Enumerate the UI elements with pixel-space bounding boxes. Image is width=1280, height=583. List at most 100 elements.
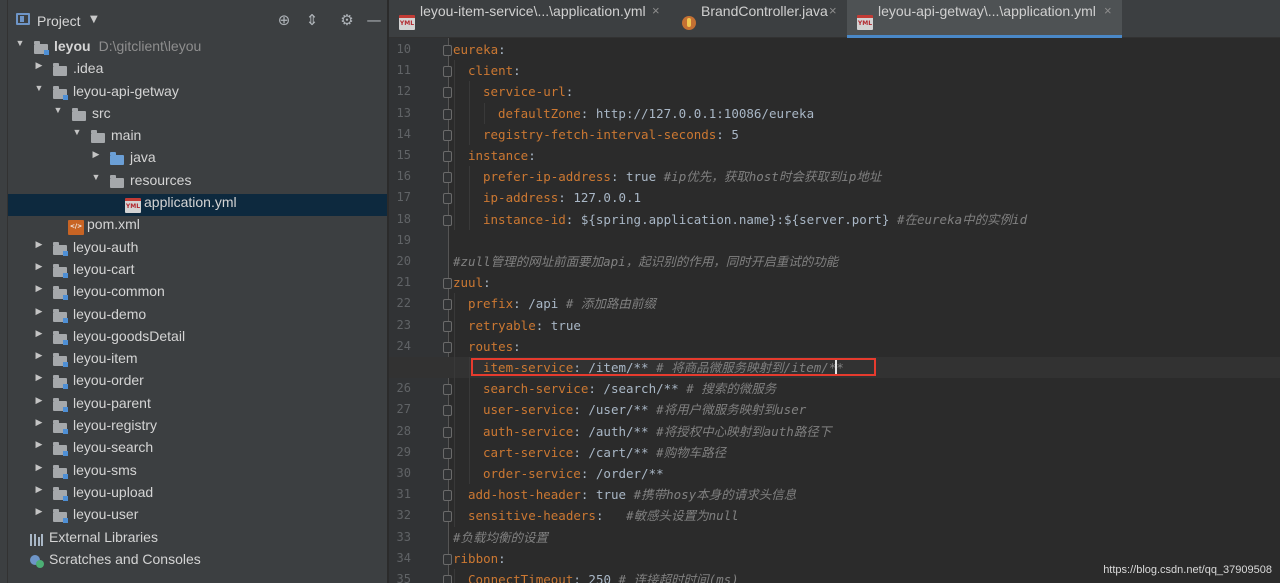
code-line[interactable]: instance: [389, 145, 1280, 167]
collapse-all-icon[interactable]: ⇕ [304, 12, 320, 28]
code-line[interactable]: routes: [389, 335, 1280, 357]
indent-guide [454, 569, 455, 583]
code-line[interactable]: ip-address: 127.0.0.1 [389, 187, 1280, 209]
code-line[interactable]: eureka: [389, 39, 1280, 60]
yaml-key: ip-address [483, 190, 559, 206]
tree-item[interactable]: ▶ leyou-demo [8, 306, 387, 328]
collapsed-arrow-icon[interactable]: ▶ [33, 372, 45, 383]
tree-item[interactable]: ▼ main [8, 127, 387, 149]
tree-item-text: leyou D:\gitclient\leyou [54, 38, 201, 54]
tree-item-label: leyou-user [73, 506, 139, 523]
collapsed-arrow-icon[interactable]: ▶ [33, 328, 45, 339]
code-line[interactable]: zuul: [389, 272, 1280, 293]
project-view-selector[interactable]: Project [37, 13, 81, 29]
tree-item[interactable]: </> pom.xml [8, 216, 387, 238]
tree-item[interactable]: YML application.yml [8, 194, 387, 217]
expanded-arrow-icon[interactable]: ▼ [14, 38, 26, 48]
code-line[interactable]: add-host-header: true #携带hosy本身的请求头信息 [389, 484, 1280, 506]
code-line[interactable]: sensitive-headers: #敏感头设置为null [389, 505, 1280, 527]
tree-item[interactable]: ▶ leyou-parent [8, 395, 387, 417]
indent-guide [454, 293, 455, 315]
code-line[interactable]: order-service: /order/** [389, 463, 1280, 485]
close-icon[interactable]: × [829, 0, 837, 33]
yaml-key: user-service [483, 402, 574, 418]
editor-tab[interactable]: YML leyou-item-service\...\application.ym… [389, 0, 670, 38]
indent-guide [469, 357, 470, 379]
tree-item[interactable]: ▶ leyou-registry [8, 417, 387, 439]
collapsed-arrow-icon[interactable]: ▶ [33, 484, 45, 495]
tree-item[interactable]: External Libraries [8, 529, 387, 551]
chevron-down-icon[interactable]: ▼ [90, 14, 98, 25]
close-icon[interactable]: × [1104, 0, 1112, 33]
editor-tab[interactable]: YML leyou-api-getway\...\application.yml × [847, 0, 1122, 38]
code-line[interactable]: auth-service: /auth/** #将授权中心映射到auth路径下 [389, 420, 1280, 442]
expanded-arrow-icon[interactable]: ▼ [71, 127, 83, 137]
yaml-key: instance-id [483, 211, 566, 227]
collapsed-arrow-icon[interactable]: ▶ [33, 462, 45, 473]
code-line[interactable]: client: [389, 60, 1280, 82]
collapsed-arrow-icon[interactable]: ▶ [33, 506, 45, 517]
close-icon[interactable]: × [652, 0, 660, 33]
indent-guide [469, 123, 470, 145]
code-line[interactable]: defaultZone: http://127.0.0.1:10086/eure… [389, 102, 1280, 124]
editor-tab[interactable]: BrandController.java × [670, 0, 847, 38]
code-line[interactable]: registry-fetch-interval-seconds: 5 [389, 123, 1280, 145]
collapsed-arrow-icon[interactable]: ▶ [33, 239, 45, 250]
tree-item-label: src [92, 104, 111, 121]
tree-item[interactable]: ▶ leyou-search [8, 439, 387, 461]
tree-item[interactable]: ▶ leyou-common [8, 283, 387, 305]
code-line[interactable]: cart-service: /cart/** #购物车路径 [389, 441, 1280, 463]
code-line[interactable]: search-service: /search/** # 搜索的微服务 [389, 378, 1280, 400]
collapsed-arrow-icon[interactable]: ▶ [33, 60, 45, 71]
collapsed-arrow-icon[interactable]: ▶ [33, 306, 45, 317]
collapsed-arrow-icon[interactable]: ▶ [33, 283, 45, 294]
collapsed-arrow-icon[interactable]: ▶ [33, 395, 45, 406]
code-line[interactable]: prefer-ip-address: true #ip优先，获取host时会获取… [389, 166, 1280, 188]
indent-guide [469, 378, 470, 400]
collapsed-arrow-icon[interactable]: ▶ [33, 350, 45, 361]
tree-item[interactable]: ▶ leyou-sms [8, 462, 387, 484]
code-line[interactable]: user-service: /user/** #将用户微服务映射到user [389, 399, 1280, 421]
code-line[interactable]: service-url: [389, 81, 1280, 103]
code-line[interactable]: instance-id: ${spring.application.name}:… [389, 208, 1280, 230]
collapsed-arrow-icon[interactable]: ▶ [33, 439, 45, 450]
locate-target-icon[interactable]: ⊕ [276, 12, 292, 28]
tree-item[interactable]: ▶ leyou-goodsDetail [8, 328, 387, 350]
code-editor[interactable]: 1011121314151617181920212223242526272829… [389, 38, 1280, 583]
code-line[interactable]: #zull管理的网址前面要加api，起识别的作用，同时开启重试的功能 [389, 251, 1280, 272]
yaml-value: http://127.0.0.1:10086/eureka [595, 105, 815, 121]
gear-icon[interactable]: ⚙ [339, 12, 355, 28]
tree-item[interactable]: Scratches and Consoles [8, 551, 387, 573]
hide-panel-icon[interactable]: — [366, 12, 382, 28]
tree-item-label: leyou-cart [73, 260, 135, 277]
yaml-key: add-host-header [468, 487, 581, 503]
collapsed-arrow-icon[interactable]: ▶ [90, 149, 102, 160]
code-line[interactable]: retryable: true [389, 314, 1280, 336]
tree-item[interactable]: ▶ java [8, 149, 387, 171]
tree-item[interactable]: ▶ .idea [8, 60, 387, 82]
collapsed-arrow-icon[interactable]: ▶ [33, 261, 45, 272]
collapsed-arrow-icon[interactable]: ▶ [33, 417, 45, 428]
indent-guide [469, 166, 470, 188]
expanded-arrow-icon[interactable]: ▼ [90, 172, 102, 182]
tree-item[interactable]: ▶ leyou-user [8, 506, 387, 528]
tree-item[interactable]: ▼ resources [8, 172, 387, 194]
annotation-highlight-box [471, 358, 876, 376]
code-line[interactable] [389, 230, 1280, 251]
yaml-key: ConnectTimeout [468, 572, 574, 583]
tree-item[interactable]: ▼ src [8, 104, 387, 127]
expanded-arrow-icon[interactable]: ▼ [33, 83, 45, 93]
code-line[interactable]: #负载均衡的设置 [389, 527, 1280, 548]
tree-item[interactable]: ▶ leyou-cart [8, 260, 387, 283]
tree-item[interactable]: ▼ leyou D:\gitclient\leyou [8, 38, 387, 60]
code-line[interactable]: prefix: /api # 添加路由前缀 [389, 293, 1280, 315]
tree-item[interactable]: ▶ leyou-order [8, 372, 387, 394]
tree-item[interactable]: ▶ leyou-upload [8, 484, 387, 506]
expanded-arrow-icon[interactable]: ▼ [52, 105, 64, 115]
tree-item[interactable]: ▼ leyou-api-getway [8, 83, 387, 105]
yaml-key: retryable [468, 317, 536, 333]
yaml-value: /cart/** [588, 444, 649, 460]
tree-item[interactable]: ▶ leyou-item [8, 350, 387, 372]
tree-item[interactable]: ▶ leyou-auth [8, 239, 387, 261]
yaml-key: prefix [468, 296, 514, 312]
